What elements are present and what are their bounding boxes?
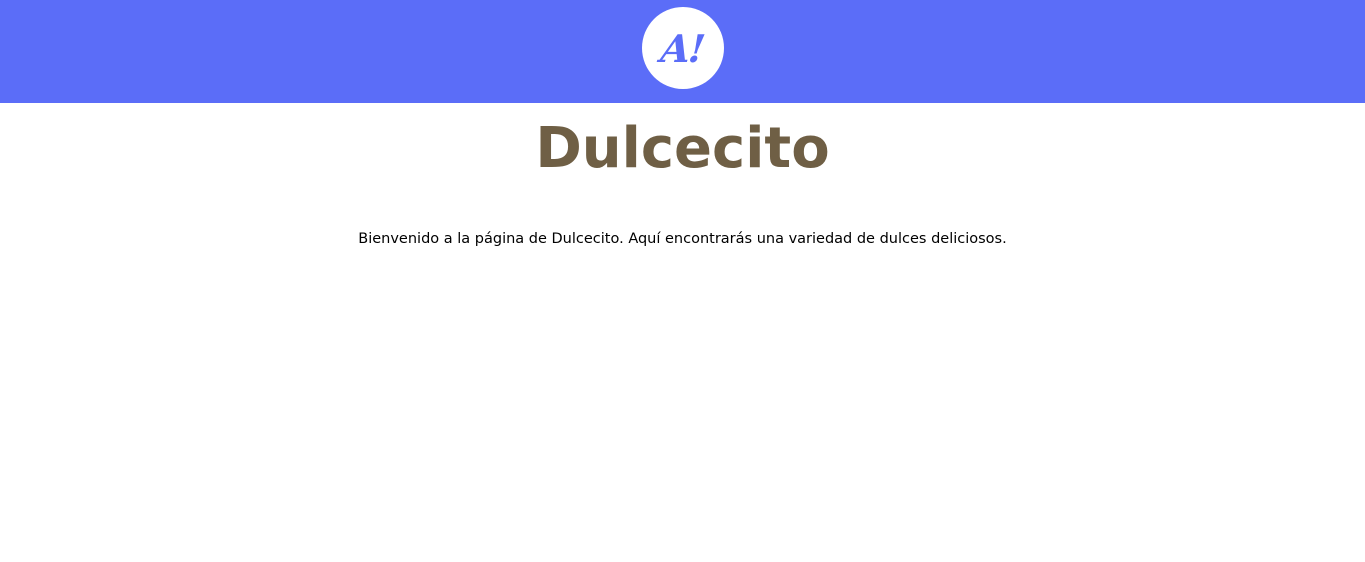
intro-paragraph: Bienvenido a la página de Dulcecito. Aqu…	[358, 231, 1007, 247]
site-logo[interactable]: A!	[642, 7, 724, 89]
logo-text: A!	[658, 26, 706, 71]
page-title: Dulcecito	[535, 116, 830, 181]
site-header: A!	[0, 0, 1365, 103]
